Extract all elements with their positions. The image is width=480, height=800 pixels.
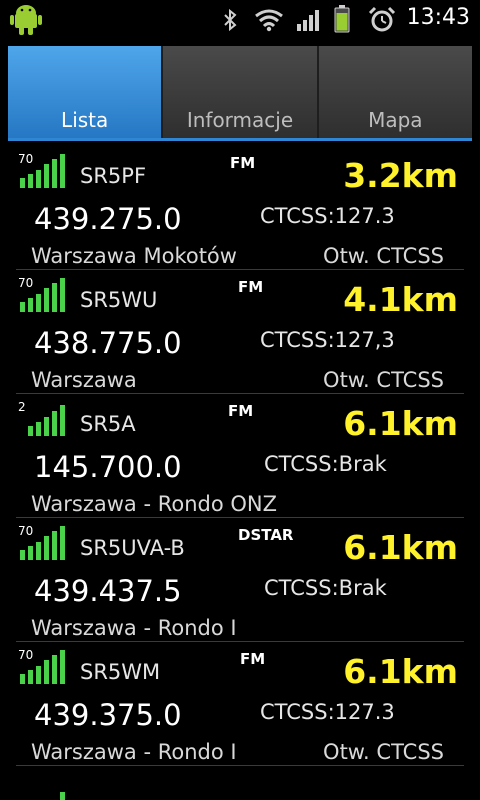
bluetooth-icon [224, 8, 237, 32]
ctcss-tone: CTCSS:127,3 [260, 328, 395, 352]
cell-signal-icon [297, 10, 319, 31]
access-mode: Otw. CTCSS [323, 740, 444, 764]
mode-label: FM [240, 650, 266, 668]
battery-icon [334, 5, 350, 33]
list-item[interactable]: 70 SR5WU FM 4.1km 438.775.0 CTCSS:127,3 … [16, 270, 464, 394]
distance: 3.2km [343, 156, 458, 195]
tab-informacje[interactable]: Informacje [163, 46, 319, 140]
signal-value: 70 [18, 524, 34, 538]
signal-strength-icon [60, 792, 65, 800]
tab-label: Informacje [186, 108, 294, 132]
distance: 6.1km [343, 528, 458, 567]
mode-label: FM [238, 278, 264, 296]
status-bar: 13:43 [0, 0, 480, 38]
distance: 4.1km [343, 280, 458, 319]
callsign: SR5A [80, 412, 136, 436]
location: Warszawa - Rondo I [31, 740, 237, 764]
access-mode: Otw. CTCSS [323, 244, 444, 268]
signal-value: 2 [18, 400, 26, 414]
ctcss-tone: CTCSS:Brak [264, 452, 387, 476]
mode-label: FM [230, 154, 256, 172]
repeater-list[interactable]: 70 SR5PF FM 3.2km 439.275.0 CTCSS:127.3 … [16, 146, 464, 766]
tab-label: Lista [61, 108, 109, 132]
callsign: SR5WU [80, 288, 158, 312]
ctcss-tone: CTCSS:127.3 [260, 700, 395, 724]
mode-label: FM [228, 402, 254, 420]
ctcss-tone: CTCSS:Brak [264, 576, 387, 600]
location: Warszawa - Rondo ONZ [31, 492, 278, 516]
tab-indicator [8, 138, 472, 141]
frequency: 439.375.0 [34, 698, 182, 732]
frequency: 439.437.5 [34, 574, 182, 608]
tab-label: Mapa [368, 108, 423, 132]
callsign: SR5WM [80, 660, 161, 684]
location: Warszawa Mokotów [31, 244, 237, 268]
signal-value: 70 [18, 648, 34, 662]
callsign: SR5PF [80, 164, 147, 188]
clock: 13:43 [406, 5, 470, 30]
ctcss-tone: CTCSS:127.3 [260, 204, 395, 228]
list-item[interactable]: 70 SR5UVA-B DSTAR 6.1km 439.437.5 CTCSS:… [16, 518, 464, 642]
list-item[interactable]: 70 SR5WM FM 6.1km 439.375.0 CTCSS:127.3 … [16, 642, 464, 766]
callsign: SR5UVA-B [80, 536, 185, 560]
tab-lista[interactable]: Lista [8, 46, 164, 140]
frequency: 145.700.0 [34, 450, 182, 484]
list-item[interactable]: 70 SR5PF FM 3.2km 439.275.0 CTCSS:127.3 … [16, 146, 464, 270]
location: Warszawa [31, 368, 137, 392]
frequency: 438.775.0 [34, 326, 182, 360]
access-mode: Otw. CTCSS [323, 368, 444, 392]
location: Warszawa - Rondo I [31, 616, 237, 640]
tab-mapa[interactable]: Mapa [318, 46, 472, 140]
android-icon [10, 5, 42, 35]
signal-strength-icon [28, 405, 65, 436]
distance: 6.1km [343, 652, 458, 691]
distance: 6.1km [343, 404, 458, 443]
wifi-icon [255, 9, 283, 32]
signal-value: 70 [18, 276, 34, 290]
list-item-partial[interactable] [16, 780, 464, 800]
tab-bar: Lista Informacje Mapa [8, 46, 472, 140]
alarm-icon [368, 6, 396, 32]
signal-value: 70 [18, 152, 34, 166]
list-item[interactable]: 2 SR5A FM 6.1km 145.700.0 CTCSS:Brak War… [16, 394, 464, 518]
frequency: 439.275.0 [34, 202, 182, 236]
mode-label: DSTAR [238, 526, 294, 544]
